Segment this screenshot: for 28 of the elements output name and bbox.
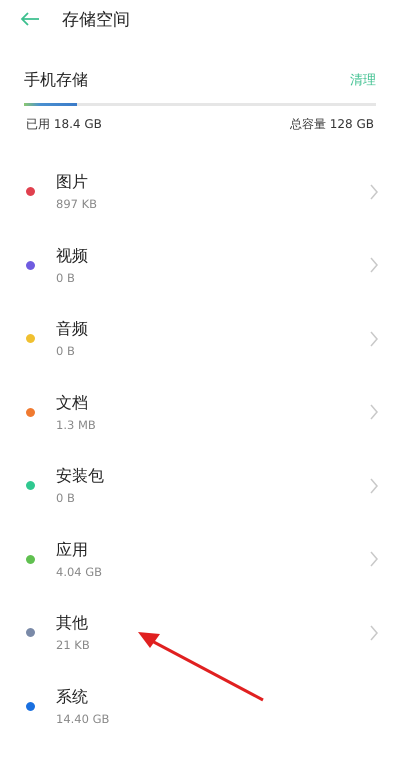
section-title: 手机存储 <box>24 70 88 90</box>
category-name: 其他 <box>56 613 89 634</box>
category-name: 视频 <box>56 246 89 267</box>
category-row[interactable]: 图片 897 KB <box>0 155 400 228</box>
category-row[interactable]: 音频 0 B <box>0 302 400 376</box>
category-size: 0 B <box>56 270 76 285</box>
category-name: 安装包 <box>56 466 105 488</box>
back-icon[interactable] <box>20 12 40 26</box>
category-size: 4.04 GB <box>56 564 104 579</box>
page-title: 存储空间 <box>62 8 130 30</box>
category-name: 应用 <box>56 540 89 561</box>
used-label: 已用 18.4 GB <box>26 116 102 133</box>
category-row[interactable]: 安装包 0 B <box>0 449 400 522</box>
category-size: 1.3 MB <box>56 418 97 432</box>
category-row[interactable]: 视频 0 B <box>0 228 400 302</box>
category-size: 0 B <box>56 344 76 358</box>
category-name: 系统 <box>56 686 89 708</box>
category-size: 14.40 GB <box>56 712 110 726</box>
category-size: 0 B <box>56 491 76 506</box>
category-name: 文档 <box>56 392 89 414</box>
category-name: 音频 <box>56 319 89 340</box>
total-label: 总容量 128 GB <box>290 116 374 133</box>
category-size: 897 KB <box>56 197 98 212</box>
category-row[interactable]: 应用 4.04 GB <box>0 522 400 596</box>
category-row[interactable]: 文档 1.3 MB <box>0 376 400 449</box>
category-row[interactable]: 系统 14.40 GB <box>0 670 400 743</box>
category-name: 图片 <box>56 172 89 194</box>
category-size: 21 KB <box>56 638 91 652</box>
